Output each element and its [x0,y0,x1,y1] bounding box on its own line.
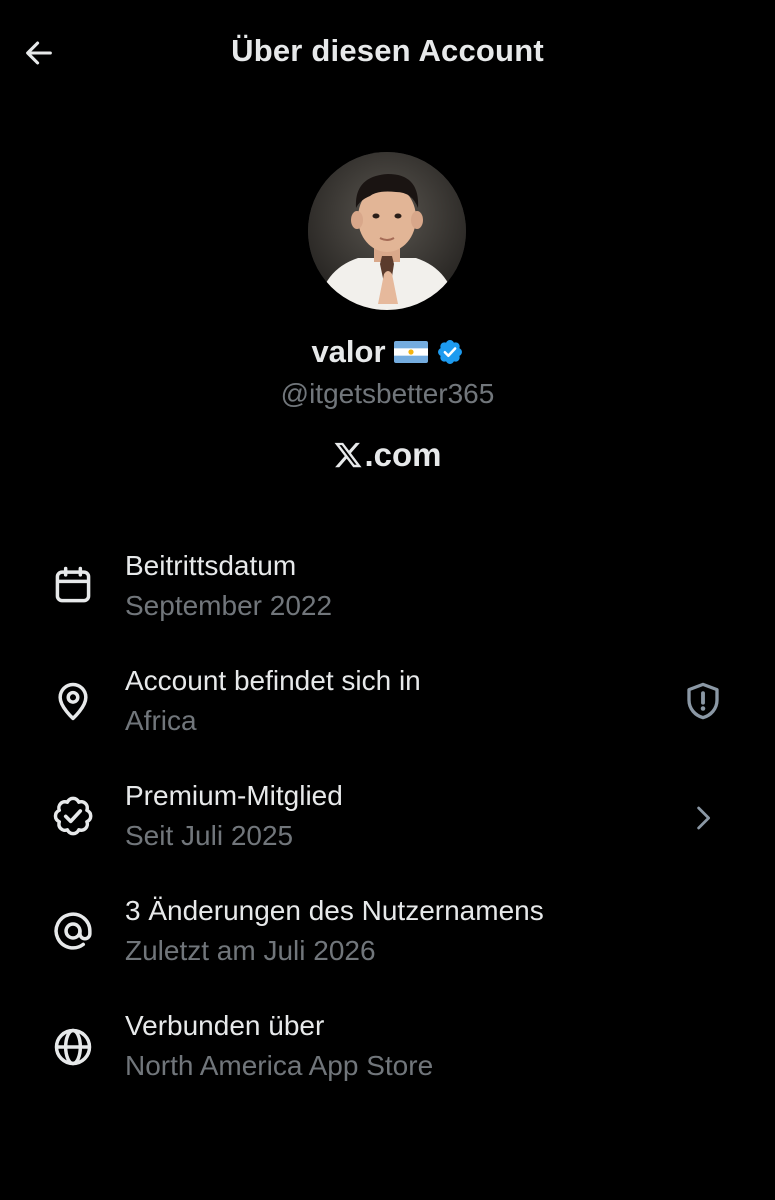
at-sign-icon [49,907,97,955]
verified-badge-icon[interactable] [436,338,464,366]
site-link[interactable]: .com [0,436,775,474]
row-connected-via: Verbunden über North America App Store [0,1010,775,1106]
name-row: valor [0,334,775,370]
row-username-changes: 3 Änderungen des Nutzernamens Zuletzt am… [0,895,775,991]
row-label: Beitrittsdatum [125,550,297,581]
row-label: Verbunden über [125,1010,325,1041]
row-label: Account befindet sich in [125,665,421,696]
row-join-date: Beitrittsdatum September 2022 [0,550,775,646]
row-label: 3 Änderungen des Nutzernamens [125,895,544,926]
location-pin-icon [49,677,97,725]
top-bar: Über diesen Account [0,0,775,106]
page-title: Über diesen Account [231,33,544,68]
calendar-icon [49,561,97,609]
row-premium-member[interactable]: Premium-Mitglied Seit Juli 2025 [0,780,775,876]
row-value: Africa [125,705,197,736]
verified-seal-icon [49,792,97,840]
user-handle: @itgetsbetter365 [280,378,495,409]
profile-photo [308,152,466,310]
row-value: September 2022 [125,590,333,621]
site-text: .com [364,436,442,473]
chevron-right-icon[interactable] [679,794,727,842]
display-name: valor [311,334,386,369]
row-value: North America App Store [125,1050,434,1081]
avatar[interactable] [308,152,466,310]
row-account-location: Account befindet sich in Africa [0,665,775,761]
globe-icon [49,1023,97,1071]
row-label: Premium-Mitglied [125,780,343,811]
argentina-flag-icon [393,341,428,363]
shield-alert-icon[interactable] [679,677,727,725]
row-value: Zuletzt am Juli 2026 [125,935,376,966]
row-value: Seit Juli 2025 [125,820,294,851]
x-logo-icon [335,442,363,468]
